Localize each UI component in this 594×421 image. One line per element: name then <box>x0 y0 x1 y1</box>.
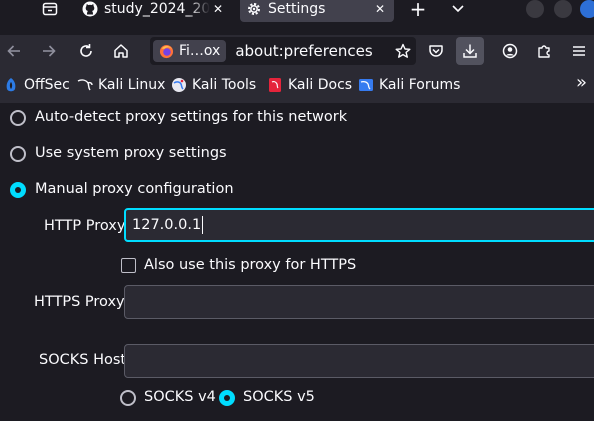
reload-icon <box>80 44 92 57</box>
firefox-view-icon <box>42 2 58 16</box>
extensions-button[interactable] <box>530 37 558 65</box>
bookmark-kali-forums[interactable]: Kali Forums <box>358 76 460 94</box>
hamburger-menu-icon <box>573 46 585 56</box>
star-icon <box>395 43 411 58</box>
back-button[interactable] <box>0 37 28 65</box>
new-tab-button[interactable]: + <box>406 0 430 21</box>
system-proxy-label[interactable]: Use system proxy settings <box>35 145 227 161</box>
https-proxy-input[interactable] <box>124 285 594 319</box>
socks-v5-radio[interactable] <box>219 390 235 406</box>
url-bar[interactable]: Fi…ox about:preferences <box>150 37 416 65</box>
tab-settings[interactable]: Settings ✕ <box>240 0 394 22</box>
tab-strip: study_2024_20 ✕ Settings ✕ + <box>0 0 594 35</box>
identity-box[interactable]: Fi…ox <box>153 40 227 62</box>
offsec-icon <box>3 77 19 93</box>
socks-host-input[interactable] <box>124 344 594 378</box>
download-icon <box>463 44 477 58</box>
kali-tools-icon <box>171 77 187 93</box>
close-window-button[interactable] <box>580 0 594 18</box>
list-all-tabs-button[interactable] <box>446 0 470 18</box>
gear-icon <box>246 1 262 17</box>
app-menu-button[interactable] <box>565 37 593 65</box>
downloads-button[interactable] <box>456 37 484 65</box>
connection-settings-panel: Auto-detect proxy settings for this netw… <box>0 103 594 421</box>
https-proxy-label: HTTPS Proxy <box>34 294 125 310</box>
bookmark-kali-docs[interactable]: Kali Docs <box>267 76 352 94</box>
kali-docs-icon <box>267 77 283 93</box>
firefox-view-button[interactable] <box>38 0 62 18</box>
identity-label: Fi…ox <box>179 43 221 59</box>
kali-dragon-icon <box>77 77 93 93</box>
chevron-down-icon <box>452 5 464 13</box>
tab-title: study_2024_20 <box>104 1 210 17</box>
bookmark-label: Kali Linux <box>98 77 166 93</box>
bookmarks-overflow-button[interactable]: » <box>576 72 587 93</box>
puzzle-icon <box>538 45 550 58</box>
auto-detect-label[interactable]: Auto-detect proxy settings for this netw… <box>35 109 347 125</box>
bookmark-label: OffSec <box>24 77 70 93</box>
text-caret <box>202 216 204 234</box>
http-proxy-label: HTTP Proxy <box>44 218 126 234</box>
bookmark-kali-linux[interactable]: Kali Linux <box>77 76 165 94</box>
forward-button[interactable] <box>35 37 63 65</box>
http-proxy-input[interactable]: 127.0.0.1 <box>124 208 594 242</box>
bookmark-star-button[interactable] <box>390 43 416 59</box>
pocket-icon <box>429 45 443 57</box>
url-text[interactable]: about:preferences <box>235 42 390 60</box>
bookmark-label: Kali Forums <box>379 77 461 93</box>
home-button[interactable] <box>107 37 135 65</box>
account-button[interactable] <box>496 37 524 65</box>
bookmark-offsec[interactable]: OffSec <box>3 76 70 94</box>
socks-v4-label[interactable]: SOCKS v4 <box>144 389 216 405</box>
close-tab-icon[interactable]: ✕ <box>372 2 388 16</box>
account-icon <box>502 43 518 59</box>
close-tab-icon[interactable]: ✕ <box>210 2 226 16</box>
firefox-logo-icon <box>159 44 174 58</box>
auto-detect-radio[interactable] <box>10 110 26 126</box>
home-icon <box>114 44 128 58</box>
minimize-window-button[interactable] <box>526 0 544 18</box>
socks-v5-label[interactable]: SOCKS v5 <box>243 389 315 405</box>
github-icon <box>82 1 98 17</box>
socks-v4-radio[interactable] <box>120 390 136 406</box>
bookmarks-toolbar: OffSec Kali Linux Kali Tools Kali Docs K… <box>0 67 594 103</box>
pocket-button[interactable] <box>422 37 450 65</box>
manual-proxy-radio[interactable] <box>10 182 26 198</box>
bookmark-label: Kali Docs <box>288 77 353 93</box>
maximize-window-button[interactable] <box>554 0 572 18</box>
kali-forums-icon <box>358 77 374 93</box>
arrow-left-icon <box>7 45 20 57</box>
tab-github[interactable]: study_2024_20 ✕ <box>76 0 232 22</box>
tab-title: Settings <box>268 1 326 17</box>
bookmark-label: Kali Tools <box>192 77 257 93</box>
bookmark-kali-tools[interactable]: Kali Tools <box>171 76 256 94</box>
arrow-right-icon <box>43 45 56 57</box>
navigation-toolbar: Fi…ox about:preferences <box>0 35 594 67</box>
reload-button[interactable] <box>72 37 100 65</box>
http-proxy-value: 127.0.0.1 <box>132 217 202 233</box>
also-use-for-https-checkbox[interactable] <box>121 258 136 273</box>
socks-host-label: SOCKS Host <box>39 352 127 368</box>
system-proxy-radio[interactable] <box>10 146 26 162</box>
also-use-for-https-label[interactable]: Also use this proxy for HTTPS <box>144 257 356 273</box>
manual-proxy-label[interactable]: Manual proxy configuration <box>35 181 234 197</box>
